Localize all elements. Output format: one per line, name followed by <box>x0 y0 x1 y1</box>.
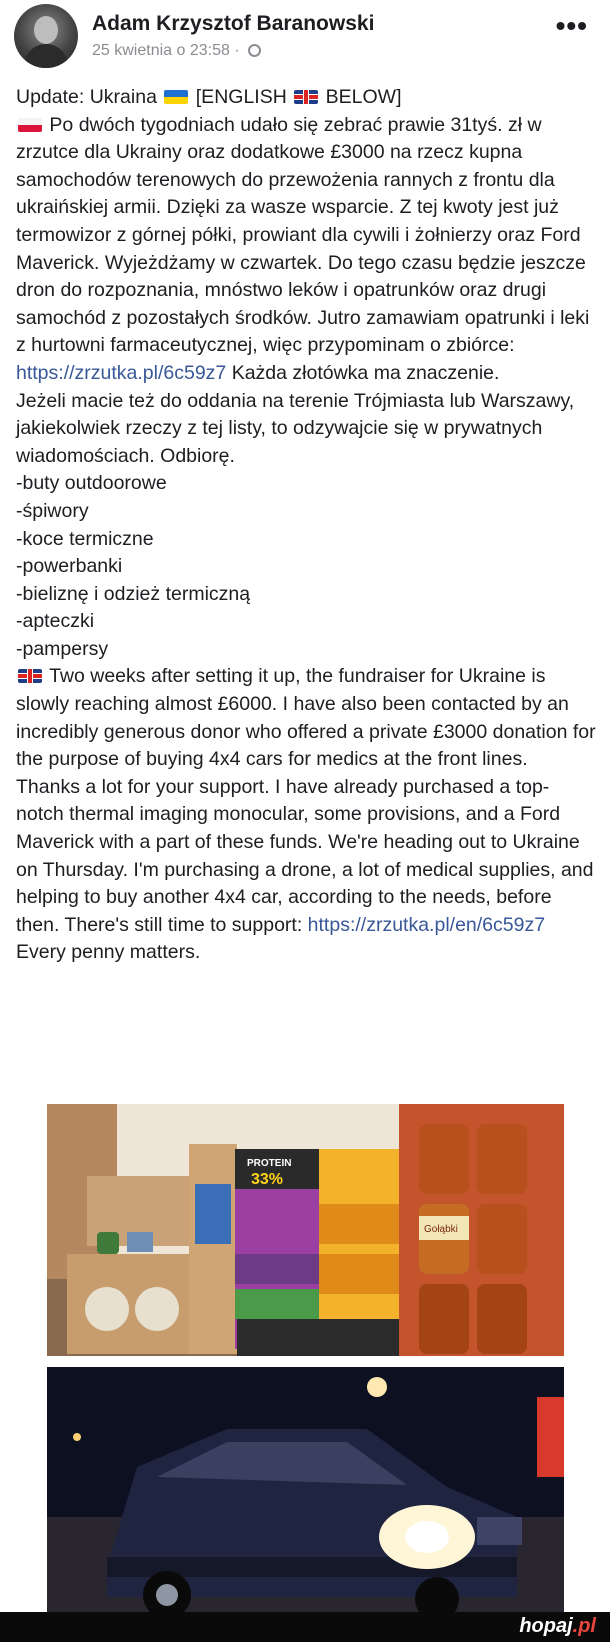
avatar[interactable] <box>14 4 78 68</box>
list-item: -koce termiczne <box>16 527 154 550</box>
fundraiser-link-en[interactable]: https://zrzutka.pl/en/6c59z7 <box>308 914 545 936</box>
list-item: -pampersy <box>16 637 109 660</box>
site-footer: hopaj.pl <box>0 1612 610 1642</box>
author-name[interactable]: Adam Krzysztof Baranowski <box>92 12 374 36</box>
poland-flag-icon <box>18 117 42 132</box>
post-meta: 25 kwietnia o 23:58 · <box>92 42 262 60</box>
title-left: Update: Ukraina <box>16 86 157 108</box>
list-item: -apteczki <box>16 610 95 633</box>
polish-paragraph: Po dwóch tygodniach udało się zebrać pra… <box>16 112 596 388</box>
list-item: -bieliznę i odzież termiczną <box>16 582 251 605</box>
uk-flag-icon <box>18 669 42 684</box>
english-text: Two weeks after setting it up, the fundr… <box>16 665 596 936</box>
globe-icon <box>248 44 262 57</box>
post-timestamp[interactable]: 25 kwietnia o 23:58 · <box>92 42 240 59</box>
fundraiser-link-pl[interactable]: https://zrzutka.pl/6c59z7 <box>16 362 226 384</box>
uk-flag-icon <box>294 90 319 104</box>
brand-main: hopaj <box>519 1615 573 1637</box>
post-body: Update: Ukraina [ENGLISH BELOW] Po dwóch… <box>16 84 596 967</box>
post-title: Update: Ukraina [ENGLISH BELOW] <box>16 84 596 112</box>
site-logo[interactable]: hopaj.pl <box>519 1615 596 1638</box>
english-text-tail: Every penny matters. <box>16 941 201 964</box>
brand-tld: .pl <box>572 1615 596 1637</box>
english-paragraph: Two weeks after setting it up, the fundr… <box>16 663 596 967</box>
car-photo-drawing <box>47 1367 564 1615</box>
polish-text: Po dwóch tygodniach udało się zebrać pra… <box>16 113 590 357</box>
polish-text-tail: Każda złotówka ma znaczenie. <box>231 361 500 384</box>
protein-label-2: 33% <box>251 1171 283 1188</box>
post-header: Adam Krzysztof Baranowski 25 kwietnia o … <box>0 0 610 76</box>
jar-label: Gołąbki <box>424 1224 458 1235</box>
title-right: BELOW] <box>325 86 402 108</box>
avatar-body <box>24 44 68 68</box>
list-item: -śpiwory <box>16 499 89 522</box>
car-photo[interactable] <box>47 1367 564 1615</box>
supplies-photo-drawing: PROTEIN 33% Gołąbki <box>47 1104 564 1356</box>
supplies-photo[interactable]: PROTEIN 33% Gołąbki <box>47 1104 564 1356</box>
avatar-face <box>34 16 58 44</box>
title-mid: [ENGLISH <box>195 86 287 108</box>
list-item: -buty outdoorowe <box>16 472 167 495</box>
polish-paragraph-2: Jeżeli macie też do oddania na terenie T… <box>16 389 575 467</box>
protein-label-1: PROTEIN <box>247 1158 291 1169</box>
more-options-button[interactable]: ••• <box>556 10 588 42</box>
list-item: -powerbanki <box>16 555 123 578</box>
ukraine-flag-icon <box>164 90 189 104</box>
